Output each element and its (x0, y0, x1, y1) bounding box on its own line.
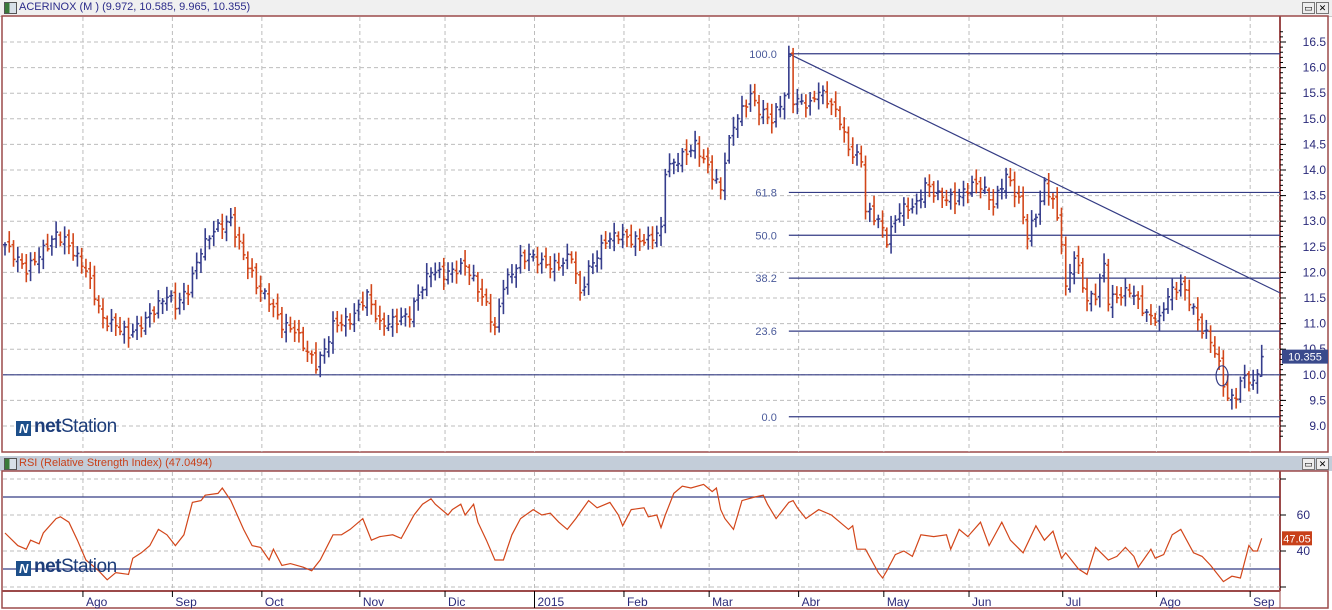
time-label: May (887, 595, 910, 609)
price-label: 10.0 (1303, 368, 1327, 382)
price-label: 14.5 (1303, 137, 1327, 151)
rsi-last-value: 47.05 (1283, 533, 1311, 545)
time-label: Sep (1253, 595, 1275, 609)
price-label: 13.0 (1303, 214, 1327, 228)
price-label: 12.5 (1303, 240, 1327, 254)
rsi-label: 60 (1297, 508, 1311, 522)
time-label: Ago (86, 595, 108, 609)
time-label: Ago (1159, 595, 1181, 609)
price-panel-frame (1, 15, 1329, 453)
time-label: Nov (363, 595, 384, 609)
time-label: Oct (265, 595, 284, 609)
time-label: Mar (712, 595, 733, 609)
price-label: 12.0 (1303, 265, 1327, 279)
price-label: 13.5 (1303, 189, 1327, 203)
price-label: 11.0 (1304, 317, 1327, 331)
last-price-value: 10.355 (1288, 352, 1322, 364)
time-label: Sep (175, 595, 197, 609)
price-label: 9.5 (1309, 393, 1326, 407)
time-label: Dic (448, 595, 465, 609)
fib-level-label: 100.0 (749, 49, 777, 61)
price-label: 15.5 (1303, 86, 1327, 100)
rsi-label: 40 (1297, 544, 1311, 558)
price-label: 11.5 (1304, 291, 1327, 305)
fib-level-label: 61.8 (755, 187, 776, 199)
price-chart[interactable]: Ago Sep Oct Nov Dic 2015 Feb Mar Abr May Jun Jul Ago… (0, 0, 1332, 610)
netstation-logo-rsi: NnetStation (16, 556, 117, 578)
price-label: 14.0 (1303, 163, 1327, 177)
time-label: 2015 (538, 595, 565, 609)
price-label: 16.5 (1303, 35, 1327, 49)
price-label: 9.0 (1309, 419, 1326, 433)
fib-level-label: 0.0 (762, 412, 777, 424)
time-label: Jun (972, 595, 991, 609)
price-label: 15.0 (1303, 112, 1327, 126)
netstation-logo: NnetStation (16, 416, 117, 438)
time-label: Feb (627, 595, 648, 609)
fib-level-label: 23.6 (755, 326, 776, 338)
time-label: Jul (1066, 595, 1081, 609)
time-label: Abr (802, 595, 821, 609)
price-label: 16.0 (1303, 61, 1327, 75)
fib-level-label: 38.2 (755, 273, 776, 285)
fib-level-label: 50.0 (755, 230, 776, 242)
